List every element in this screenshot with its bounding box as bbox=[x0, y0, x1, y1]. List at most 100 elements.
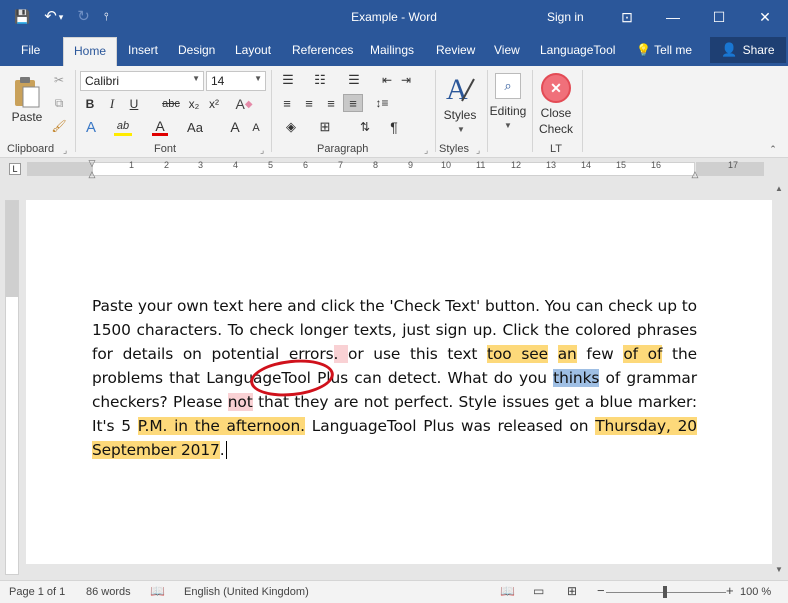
change-case-button[interactable]: Aa bbox=[184, 118, 206, 136]
tab-home[interactable]: Home bbox=[63, 37, 118, 66]
language-indicator[interactable]: English (United Kingdom) bbox=[184, 586, 309, 598]
borders-icon[interactable]: ⊞ bbox=[314, 118, 336, 136]
vertical-scrollbar[interactable]: ▲ ▼ bbox=[772, 182, 788, 576]
right-indent-marker[interactable]: △ bbox=[690, 169, 700, 179]
italic-button[interactable]: I bbox=[104, 96, 120, 112]
tab-layout[interactable]: Layout bbox=[235, 43, 271, 57]
tab-insert[interactable]: Insert bbox=[128, 43, 158, 57]
font-launcher-icon[interactable]: ⌟ bbox=[260, 145, 264, 156]
paste-label[interactable]: Paste bbox=[10, 110, 44, 124]
cut-icon[interactable]: ✂ bbox=[51, 72, 67, 88]
ribbon-display-options-icon[interactable]: ⊡ bbox=[604, 0, 650, 34]
window-controls: ⊡ — ☐ ✕ bbox=[604, 0, 788, 34]
align-left-icon[interactable]: ≡ bbox=[278, 95, 296, 111]
minimize-icon[interactable]: — bbox=[650, 0, 696, 34]
clipboard-launcher-icon[interactable]: ⌟ bbox=[63, 145, 67, 156]
proofing-icon[interactable]: 📖 bbox=[150, 584, 165, 598]
tab-view[interactable]: View bbox=[494, 43, 520, 57]
print-layout-icon[interactable]: ▭ bbox=[533, 584, 544, 598]
zoom-in-button[interactable]: + bbox=[726, 583, 734, 598]
close-check-icon[interactable]: ✕ bbox=[541, 73, 571, 103]
share-label: Share bbox=[742, 43, 775, 57]
close-check-label-line1[interactable]: Close bbox=[533, 106, 579, 120]
chevron-down-icon[interactable]: ▼ bbox=[456, 124, 466, 134]
zoom-level[interactable]: 100 % bbox=[740, 586, 771, 598]
marked-error[interactable]: too see bbox=[487, 345, 548, 363]
hanging-indent-marker[interactable]: △ bbox=[87, 169, 97, 179]
share-button[interactable]: 👤 Share bbox=[710, 37, 786, 63]
decrease-indent-icon[interactable]: ⇤ bbox=[377, 72, 397, 88]
marked-error[interactable]: of of bbox=[623, 345, 662, 363]
document-body[interactable]: Paste your own text here and click the '… bbox=[92, 294, 697, 462]
word-count[interactable]: 86 words bbox=[86, 586, 131, 598]
tell-me-search[interactable]: 💡 Tell me bbox=[636, 43, 692, 57]
show-formatting-icon[interactable]: ¶ bbox=[386, 118, 402, 136]
sort-icon[interactable]: ⇅ bbox=[356, 118, 374, 136]
copy-icon[interactable]: ⧉ bbox=[51, 95, 67, 111]
text-effects-button[interactable]: A bbox=[82, 118, 100, 136]
paste-button[interactable] bbox=[10, 74, 44, 110]
zoom-out-button[interactable]: − bbox=[597, 583, 605, 598]
numbering-icon[interactable]: ☷ bbox=[310, 72, 330, 88]
marked-error[interactable]: . bbox=[333, 345, 349, 363]
page-count[interactable]: Page 1 of 1 bbox=[9, 586, 65, 598]
highlight-color-button[interactable]: ab bbox=[114, 118, 132, 136]
bold-button[interactable]: B bbox=[82, 96, 98, 112]
paragraph-launcher-icon[interactable]: ⌟ bbox=[424, 145, 428, 156]
close-check-label-line2[interactable]: Check bbox=[533, 122, 579, 136]
line-spacing-icon[interactable]: ↕≡ bbox=[370, 95, 394, 111]
divider bbox=[271, 70, 272, 152]
maximize-icon[interactable]: ☐ bbox=[696, 0, 742, 34]
document-page[interactable]: Paste your own text here and click the '… bbox=[26, 200, 772, 564]
scroll-down-icon[interactable]: ▼ bbox=[775, 565, 783, 574]
align-right-icon[interactable]: ≡ bbox=[322, 95, 340, 111]
sign-in-link[interactable]: Sign in bbox=[547, 10, 584, 24]
marked-error[interactable]: thinks bbox=[553, 369, 599, 387]
font-name-select[interactable]: Calibri ▼ bbox=[80, 71, 204, 91]
read-mode-icon[interactable]: 📖 bbox=[500, 584, 515, 598]
multilevel-list-icon[interactable]: ☰ bbox=[344, 72, 364, 88]
tab-design[interactable]: Design bbox=[178, 43, 215, 57]
collapse-ribbon-icon[interactable]: ⌃ bbox=[767, 143, 779, 155]
web-layout-icon[interactable]: ⊞ bbox=[567, 584, 577, 598]
tab-file[interactable]: File bbox=[21, 43, 40, 57]
horizontal-ruler[interactable]: L 1 2 3 4 5 6 7 8 9 10 11 12 13 14 15 16… bbox=[0, 158, 788, 182]
ruler-bar[interactable] bbox=[27, 162, 764, 176]
font-color-button[interactable]: A bbox=[152, 118, 168, 136]
vertical-ruler[interactable] bbox=[5, 200, 19, 575]
styles-gallery-icon[interactable]: A bbox=[441, 72, 479, 108]
shrink-font-button[interactable]: A bbox=[250, 120, 262, 136]
marked-error[interactable]: an bbox=[557, 345, 577, 363]
ruler-number: 10 bbox=[441, 160, 452, 170]
chevron-down-icon[interactable]: ▼ bbox=[503, 120, 513, 130]
close-icon[interactable]: ✕ bbox=[742, 0, 788, 34]
first-line-indent-marker[interactable]: ▽ bbox=[87, 158, 97, 168]
underline-button[interactable]: U bbox=[126, 96, 142, 112]
subscript-button[interactable]: x₂ bbox=[186, 96, 202, 112]
align-center-icon[interactable]: ≡ bbox=[300, 95, 318, 111]
tab-selector-icon[interactable]: L bbox=[9, 163, 21, 175]
marked-error[interactable]: P.M. in the afternoon. bbox=[137, 417, 305, 435]
font-size-select[interactable]: 14 ▼ bbox=[206, 71, 266, 91]
scroll-up-icon[interactable]: ▲ bbox=[775, 184, 783, 193]
clear-formatting-button[interactable]: A ◆ bbox=[234, 95, 254, 113]
editing-button-label[interactable]: Editing bbox=[487, 104, 529, 118]
tab-review[interactable]: Review bbox=[436, 43, 475, 57]
increase-indent-icon[interactable]: ⇥ bbox=[396, 72, 416, 88]
tab-references[interactable]: References bbox=[292, 43, 353, 57]
styles-launcher-icon[interactable]: ⌟ bbox=[476, 145, 480, 156]
ruler-number: 16 bbox=[651, 160, 662, 170]
tab-languagetool[interactable]: LanguageTool bbox=[540, 43, 615, 57]
bullets-icon[interactable]: ☰ bbox=[278, 72, 298, 88]
format-painter-icon[interactable]: 🖌 bbox=[51, 118, 67, 134]
strikethrough-button[interactable]: abc bbox=[160, 96, 182, 112]
zoom-slider-thumb[interactable] bbox=[663, 586, 667, 598]
styles-button-label[interactable]: Styles bbox=[441, 108, 479, 122]
justify-icon[interactable]: ≡ bbox=[343, 94, 363, 112]
tab-mailings[interactable]: Mailings bbox=[370, 43, 414, 57]
shading-icon[interactable]: ◈ bbox=[280, 118, 302, 136]
superscript-button[interactable]: x² bbox=[206, 96, 222, 112]
grow-font-button[interactable]: A bbox=[228, 118, 242, 136]
search-icon[interactable]: ⌕ bbox=[495, 73, 521, 99]
marked-error[interactable]: not bbox=[227, 393, 253, 411]
